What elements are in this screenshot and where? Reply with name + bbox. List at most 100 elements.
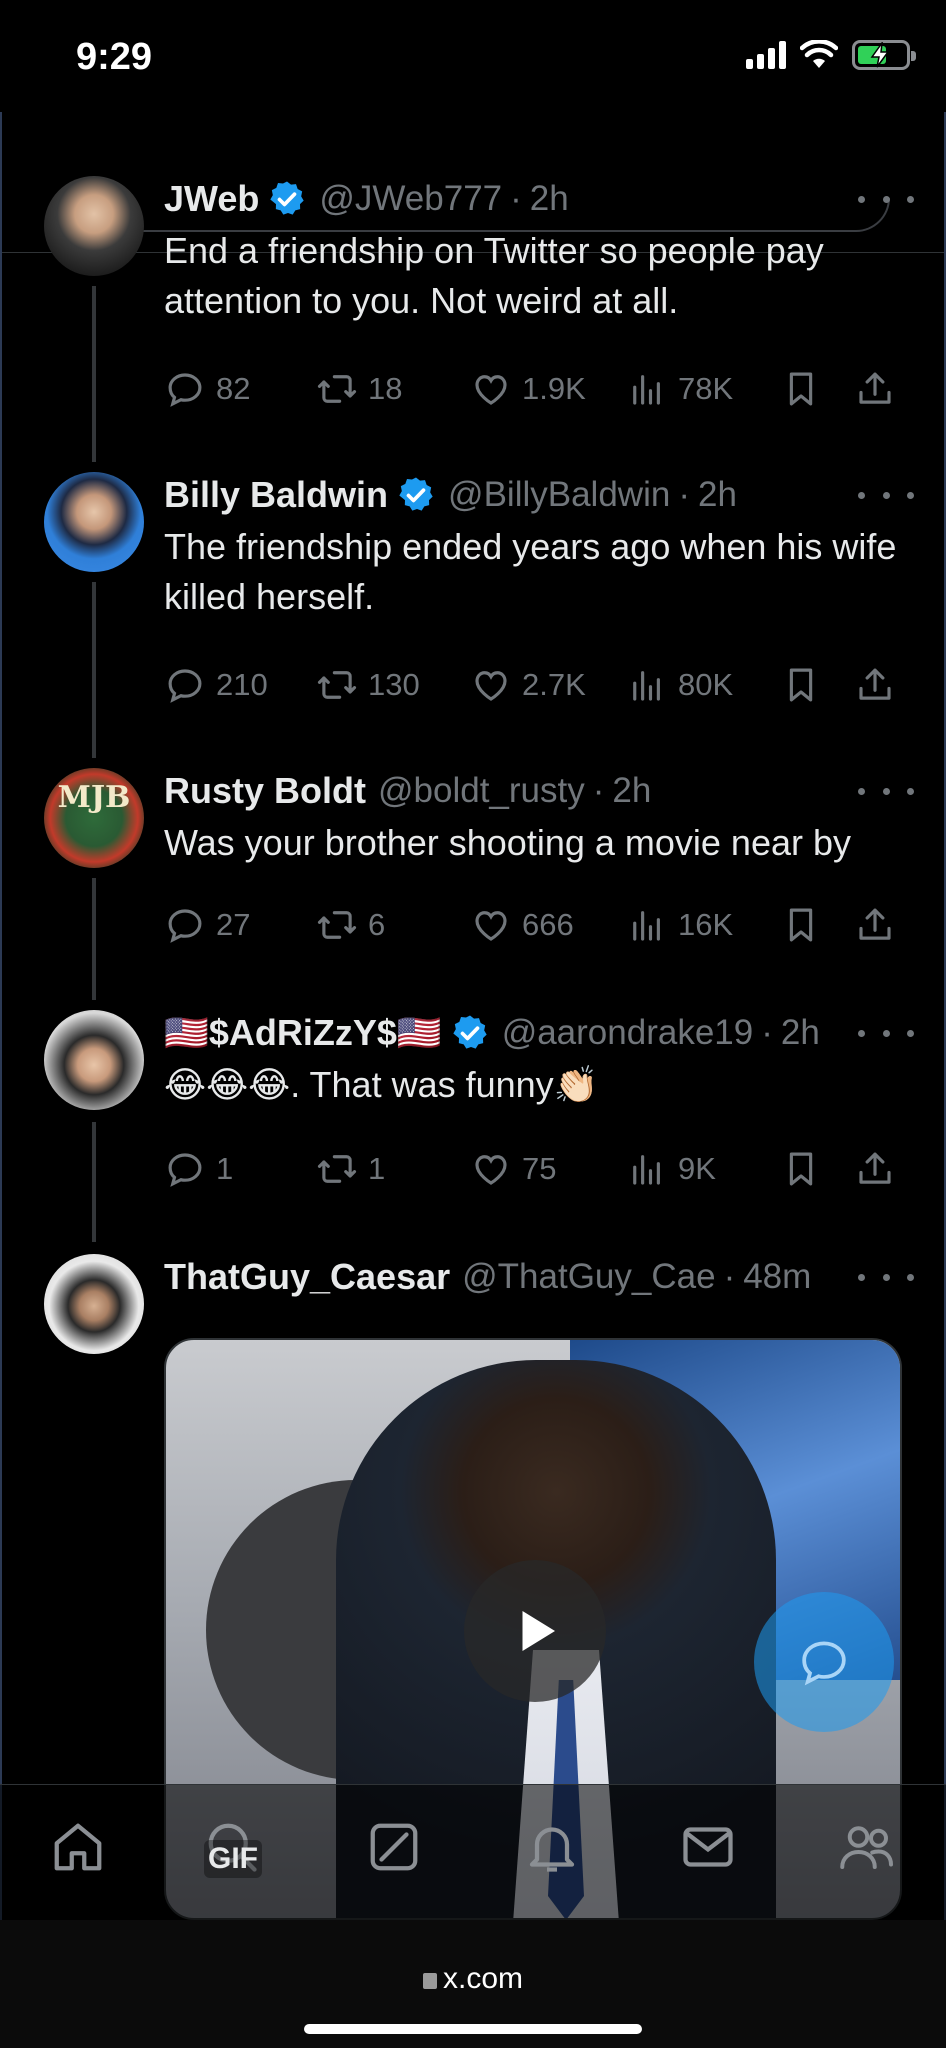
view-count: 9K: [678, 1151, 716, 1186]
views-button[interactable]: 80K: [626, 660, 733, 710]
tweet-actions: 1 1 75 9K: [164, 1144, 906, 1194]
nav-grok[interactable]: [362, 1815, 426, 1879]
repost-count: 130: [368, 667, 420, 702]
views-button[interactable]: 9K: [626, 1144, 716, 1194]
display-name[interactable]: Billy Baldwin: [164, 474, 388, 516]
display-name[interactable]: Rusty Boldt: [164, 770, 366, 812]
compose-reply-button[interactable]: [754, 1592, 894, 1732]
tweet[interactable]: 🇺🇸$AdRiZzY$🇺🇸 @aarondrake19 · 2h 😂😂😂. Th…: [0, 1010, 946, 1230]
share-button[interactable]: [854, 1144, 896, 1194]
reply-count: 27: [216, 907, 251, 942]
avatar[interactable]: [44, 1010, 144, 1110]
like-button[interactable]: 1.9K: [470, 364, 586, 414]
tweet-actions: 82 18 1.9K 78K: [164, 364, 906, 414]
verified-badge-icon: [399, 477, 433, 511]
bookmark-button[interactable]: [780, 1144, 822, 1194]
avatar[interactable]: [44, 176, 144, 276]
view-count: 16K: [678, 907, 734, 942]
lock-icon: [422, 1973, 437, 1989]
avatar[interactable]: MJB: [44, 768, 144, 868]
heart-icon: [475, 911, 507, 941]
like-count: 666: [522, 907, 574, 942]
battery-icon: [852, 40, 916, 70]
reply-button[interactable]: 1: [164, 1144, 233, 1194]
display-name[interactable]: ThatGuy_Caesar: [164, 1256, 450, 1298]
verified-badge-icon: [453, 1015, 487, 1049]
timestamp[interactable]: 2h: [612, 771, 651, 811]
tweet-header: 🇺🇸$AdRiZzY$🇺🇸 @aarondrake19 · 2h: [164, 1012, 820, 1054]
display-name[interactable]: JWeb: [164, 178, 259, 220]
timestamp[interactable]: 2h: [781, 1013, 820, 1053]
url-field[interactable]: x.com: [0, 1962, 946, 1996]
nav-notifications[interactable]: [520, 1815, 584, 1879]
analytics-icon: [633, 1155, 660, 1185]
avatar[interactable]: [44, 1254, 144, 1354]
handle[interactable]: @ThatGuy_Cae: [462, 1257, 715, 1297]
bookmark-button[interactable]: [780, 900, 822, 950]
tweet-text: Was your brother shooting a movie near b…: [164, 822, 852, 863]
display-name[interactable]: 🇺🇸$AdRiZzY$🇺🇸: [164, 1012, 442, 1054]
timestamp[interactable]: 48m: [743, 1257, 811, 1297]
share-icon: [859, 908, 891, 940]
repost-button[interactable]: 18: [316, 364, 402, 414]
share-button[interactable]: [854, 660, 896, 710]
like-button[interactable]: 2.7K: [470, 660, 586, 710]
reply-button[interactable]: 27: [164, 900, 250, 950]
nav-messages[interactable]: [676, 1815, 740, 1879]
home-indicator[interactable]: [304, 2024, 642, 2034]
repost-button[interactable]: 1: [316, 1144, 385, 1194]
repost-icon: [317, 1155, 357, 1183]
repost-count: 6: [368, 907, 386, 942]
bookmark-icon: [789, 908, 813, 942]
status-time: 9:29: [76, 36, 153, 78]
tweet[interactable]: Billy Baldwin @BillyBaldwin · 2h The fri…: [0, 472, 946, 742]
reply-icon: [168, 909, 202, 943]
repost-count: 1: [368, 1151, 386, 1186]
share-icon: [859, 1152, 891, 1184]
heart-icon: [475, 671, 507, 701]
grok-icon: [370, 1823, 418, 1871]
analytics-icon: [633, 671, 660, 701]
nav-home[interactable]: [46, 1815, 110, 1879]
nav-communities[interactable]: [834, 1815, 898, 1879]
bookmark-button[interactable]: [780, 364, 822, 414]
bookmark-icon: [789, 1152, 813, 1186]
more-options-icon[interactable]: [858, 472, 914, 518]
avatar[interactable]: [44, 472, 144, 572]
views-button[interactable]: 16K: [626, 900, 733, 950]
reply-button[interactable]: 210: [164, 660, 268, 710]
handle[interactable]: @JWeb777: [319, 179, 502, 219]
bookmark-button[interactable]: [780, 660, 822, 710]
reply-bubble-icon: [802, 1641, 846, 1686]
play-button[interactable]: [464, 1560, 606, 1702]
gif-badge: GIF: [204, 1840, 262, 1878]
share-button[interactable]: [854, 900, 896, 950]
timestamp[interactable]: 2h: [530, 179, 569, 219]
browser-address-bar[interactable]: x.com: [0, 1920, 946, 2048]
more-options-icon[interactable]: [858, 1254, 914, 1300]
tweet[interactable]: MJB Rusty Boldt @boldt_rusty · 2h Was yo…: [0, 768, 946, 988]
timestamp[interactable]: 2h: [698, 475, 737, 515]
verified-badge-icon: [270, 181, 305, 215]
handle[interactable]: @boldt_rusty: [378, 771, 585, 811]
repost-button[interactable]: 130: [316, 660, 420, 710]
reply-button[interactable]: 82: [164, 364, 250, 414]
more-options-icon[interactable]: [858, 768, 914, 814]
repost-icon: [317, 671, 357, 699]
handle[interactable]: @aarondrake19: [502, 1013, 754, 1053]
heart-icon: [475, 1155, 507, 1185]
views-button[interactable]: 78K: [626, 364, 733, 414]
handle[interactable]: @BillyBaldwin: [448, 475, 670, 515]
repost-count: 18: [368, 371, 403, 406]
like-button[interactable]: 666: [470, 900, 574, 950]
more-options-icon[interactable]: [858, 1010, 914, 1056]
tweet[interactable]: ThatGuy_Caesar @ThatGuy_Cae · 48m: [0, 1254, 946, 1354]
url-text: x.com: [442, 1962, 523, 1995]
repost-button[interactable]: 6: [316, 900, 385, 950]
tweet[interactable]: JWeb @JWeb777 · 2h End a friendship on T…: [0, 176, 946, 446]
analytics-icon: [633, 375, 660, 405]
more-options-icon[interactable]: [858, 176, 914, 222]
bookmark-icon: [789, 668, 813, 702]
share-button[interactable]: [854, 364, 896, 414]
like-button[interactable]: 75: [470, 1144, 556, 1194]
